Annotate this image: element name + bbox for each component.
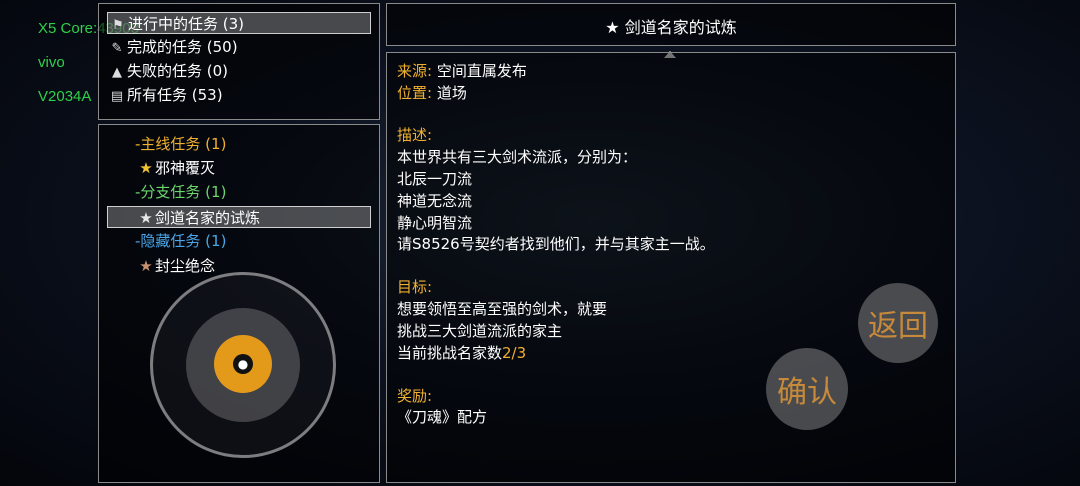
category-in-progress[interactable]: ⚑ 进行中的任务 (3) — [107, 12, 371, 34]
category-failed[interactable]: ▲ 失败的任务 (0) — [107, 60, 228, 82]
goal-label: 目标: — [397, 278, 433, 296]
description-label: 描述: — [397, 126, 433, 144]
tree-item-side[interactable]: ★ 剑道名家的试炼 — [107, 206, 371, 228]
joystick-thumb[interactable]: ● — [214, 335, 272, 393]
tree-item-main[interactable]: ★ 邪神覆灭 — [137, 157, 215, 179]
back-button[interactable]: 返回 — [858, 283, 938, 363]
category-all[interactable]: ▤ 所有任务 (53) — [107, 84, 223, 106]
tree-item-label: 邪神覆灭 — [155, 159, 216, 177]
debug-device-model: V2034A — [38, 88, 92, 105]
star-icon: ★ — [605, 18, 620, 37]
source-label: 来源: — [397, 62, 433, 80]
category-label: 失败的任务 (0) — [127, 62, 229, 80]
goal-line: 挑战三大剑道流派的家主 — [397, 322, 563, 340]
quest-title-bar: ★ 剑道名家的试炼 — [386, 3, 956, 46]
description-line: 本世界共有三大剑术流派，分别为： — [397, 148, 638, 166]
scroll-icon: ✎ — [111, 41, 123, 56]
category-label: 完成的任务 (50) — [127, 38, 238, 56]
star-outline-icon: ★ — [139, 209, 153, 227]
tree-item-label: 剑道名家的试炼 — [155, 209, 261, 227]
goal-progress-value: 2/3 — [502, 344, 527, 362]
tree-group-main[interactable]: -主线任务 (1) — [135, 133, 226, 155]
flag-icon: ⚑ — [112, 18, 124, 33]
reward-value: 《刀魂》配方 — [397, 408, 488, 426]
quest-category-panel: ⚑ 进行中的任务 (3) ✎ 完成的任务 (50) ▲ 失败的任务 (0) ▤ 所有任务… — [98, 3, 380, 120]
tree-group-side[interactable]: -分支任务 (1) — [135, 181, 226, 203]
reward-label: 奖励: — [397, 387, 433, 405]
star-bronze-icon: ★ — [139, 257, 153, 275]
tree-item-hidden[interactable]: ★ 封尘绝念 — [137, 255, 215, 277]
description-line: 北辰一刀流 — [397, 170, 473, 188]
source-value: 空间直属发布 — [436, 62, 527, 80]
category-completed[interactable]: ✎ 完成的任务 (50) — [107, 36, 238, 58]
debug-device-brand: vivo — [38, 54, 65, 71]
description-line: 请S8526号契约者找到他们，并与其家主一战。 — [397, 235, 715, 253]
location-value: 道场 — [436, 84, 467, 102]
confirm-button[interactable]: 确认 — [766, 348, 848, 430]
tree-group-hidden[interactable]: -隐藏任务 (1) — [135, 230, 226, 252]
tree-item-label: 封尘绝念 — [155, 257, 216, 275]
category-label: 进行中的任务 (3) — [128, 15, 245, 33]
description-line: 静心明智流 — [397, 214, 473, 232]
book-icon: ▤ — [110, 89, 124, 104]
goal-line: 想要领悟至高至强的剑术，就要 — [397, 300, 608, 318]
goal-progress-text: 当前挑战名家数 — [397, 344, 503, 362]
description-line: 神道无念流 — [397, 192, 473, 210]
category-label: 所有任务 (53) — [127, 86, 223, 104]
quest-detail-panel: 来源: 空间直属发布 位置: 道场 描述: 本世界共有三大剑术流派，分别为： 北… — [386, 52, 956, 483]
quest-title: 剑道名家的试炼 — [624, 18, 737, 37]
star-icon: ★ — [139, 159, 153, 177]
panda-icon: ● — [233, 354, 253, 374]
warning-icon: ▲ — [112, 65, 122, 80]
location-label: 位置: — [397, 84, 433, 102]
